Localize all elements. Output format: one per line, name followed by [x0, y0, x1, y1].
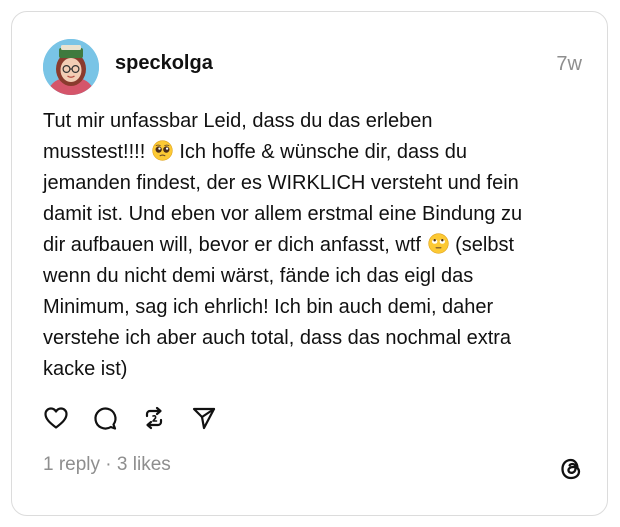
- post-body-line: Tut mir unfassbar Leid, dass du das erle…: [43, 110, 433, 132]
- post-body-line: dir aufbauen will, bevor er dich anfasst…: [43, 233, 514, 256]
- post-body-line: musstest!!!! Ich hoffe & wünsche dir, da…: [43, 140, 467, 163]
- username-link[interactable]: speckolga: [115, 51, 213, 75]
- post-timestamp: 7w: [556, 53, 582, 75]
- repost-icon: [145, 406, 163, 430]
- post-body-line: verstehe ich aber auch total, dass das n…: [43, 327, 512, 349]
- post-body-line: jemanden findest, der es WIRKLICH verste…: [43, 172, 519, 194]
- reply-count-link[interactable]: 1 reply: [43, 454, 100, 475]
- comment-icon: [94, 407, 117, 430]
- avatar[interactable]: [43, 39, 99, 95]
- post-body-line: wenn du nicht demi wärst, fände ich das …: [43, 265, 474, 287]
- stats-separator: ·: [100, 454, 117, 475]
- like-count-link[interactable]: 3 likes: [117, 454, 171, 475]
- eye-roll-face-emoji: [427, 233, 449, 254]
- pleading-face-emoji: [152, 140, 173, 161]
- post-body-line: damit ist. Und eben vor allem erstmal ei…: [43, 203, 523, 225]
- threads-logo-icon: [558, 455, 584, 483]
- like-button[interactable]: [42, 404, 70, 432]
- avatar-image: [43, 39, 99, 95]
- share-icon: [192, 407, 216, 430]
- share-button[interactable]: [190, 404, 218, 432]
- post-card: speckolga 7w Tut mir unfassbar Leid, das…: [11, 11, 608, 516]
- post-stats: 1 reply · 3 likes: [43, 453, 171, 477]
- heart-icon: [44, 407, 68, 429]
- post-body-line: Minimum, sag ich ehrlich! Ich bin auch d…: [43, 296, 494, 318]
- post-body-line: kacke ist): [43, 358, 128, 380]
- post-body: Tut mir unfassbar Leid, dass du das erle…: [43, 106, 593, 385]
- reply-button[interactable]: [91, 404, 119, 432]
- repost-button[interactable]: [140, 404, 168, 432]
